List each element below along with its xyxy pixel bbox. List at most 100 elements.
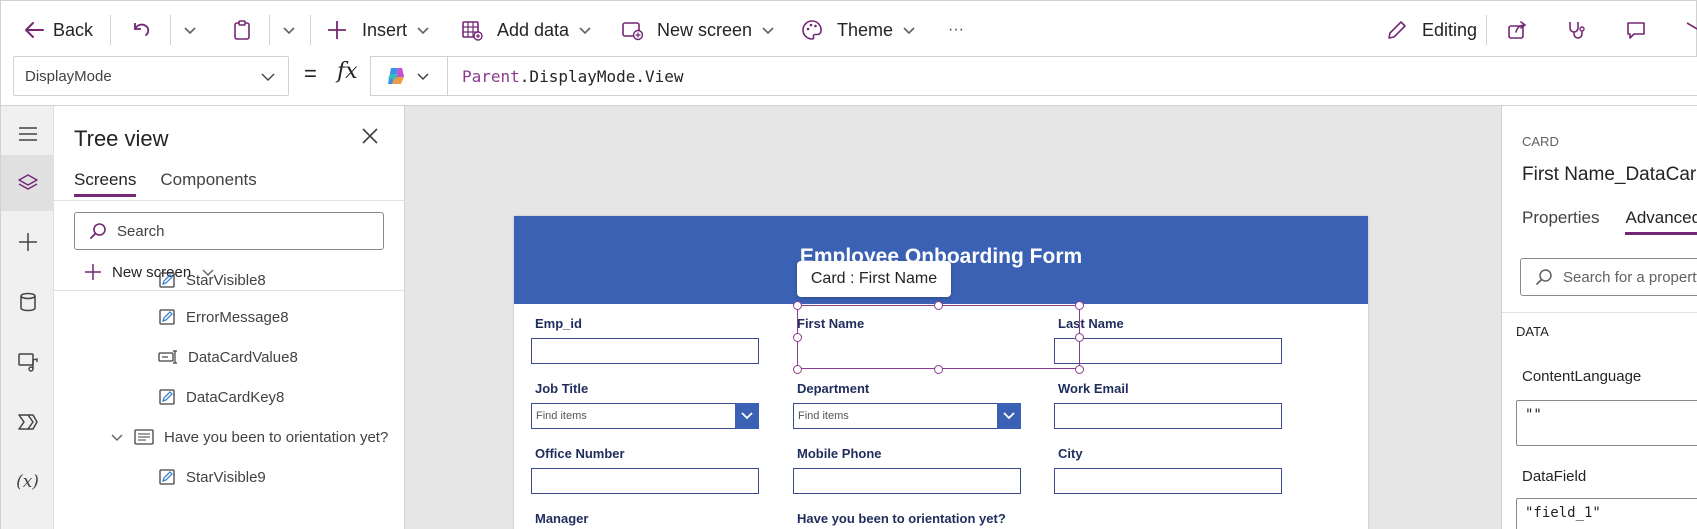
divider — [54, 200, 405, 201]
add-data-button[interactable]: Add data — [461, 15, 593, 45]
tree-node-label: DataCardValue8 — [188, 348, 298, 366]
chevron-down-icon[interactable] — [997, 403, 1021, 429]
combobox-placeholder: Find items — [798, 410, 849, 422]
section-title: DATA — [1516, 324, 1549, 339]
undo-dropdown-button[interactable] — [182, 15, 198, 45]
stethoscope-icon — [1565, 19, 1587, 41]
tree-node[interactable]: Have you been to orientation yet? — [110, 424, 402, 450]
power-automate-rail-button[interactable] — [1, 394, 54, 450]
arrow-left-icon — [23, 19, 45, 41]
media-rail-button[interactable] — [1, 334, 54, 390]
last-name-input[interactable] — [1054, 338, 1282, 364]
editing-label: Editing — [1422, 19, 1478, 40]
undo-button[interactable] — [131, 15, 153, 45]
insert-rail-button[interactable] — [1, 214, 54, 270]
power-automate-icon — [17, 411, 39, 433]
resize-handle[interactable] — [1075, 333, 1084, 342]
job-title-combobox[interactable]: Find items — [531, 403, 759, 429]
resize-handle[interactable] — [793, 333, 802, 342]
more-button[interactable]: ··· — [948, 15, 964, 45]
tab-properties[interactable]: Properties — [1522, 208, 1599, 235]
plus-icon — [84, 263, 102, 281]
resize-handle[interactable] — [934, 365, 943, 374]
design-canvas[interactable]: Employee Onboarding Form Emp_id First Na… — [405, 106, 1501, 529]
field-label: City — [1058, 446, 1083, 461]
resize-handle[interactable] — [793, 301, 802, 310]
theme-button[interactable]: Theme — [801, 15, 917, 45]
chevron-down-icon — [260, 69, 276, 85]
department-combobox[interactable]: Find items — [793, 403, 1021, 429]
tree-node[interactable]: StarVisible9 — [158, 464, 266, 490]
search-icon — [1535, 268, 1553, 286]
app-checker-button[interactable] — [1565, 15, 1587, 45]
tree-search[interactable] — [74, 212, 384, 250]
work-email-input[interactable] — [1054, 403, 1282, 429]
emp-id-input[interactable] — [531, 338, 759, 364]
paste-dropdown-button[interactable] — [281, 15, 297, 45]
resize-handle[interactable] — [934, 301, 943, 310]
resize-handle[interactable] — [793, 365, 802, 374]
app-screen: Employee Onboarding Form Emp_id First Na… — [514, 216, 1368, 529]
theme-label: Theme — [837, 19, 894, 40]
content-language-input[interactable]: "" — [1516, 400, 1697, 446]
chevron-down-icon — [182, 22, 198, 38]
tree-node[interactable]: DataCardValue8 — [158, 344, 298, 370]
plus-icon — [17, 231, 39, 253]
formula-input[interactable]: Parent .DisplayMode.View — [447, 56, 1697, 96]
combobox-placeholder: Find items — [536, 410, 587, 422]
data-field-input[interactable]: "field_1" — [1516, 498, 1697, 529]
hamburger-icon — [17, 123, 39, 145]
tree-node[interactable]: StarVisible8 — [158, 267, 266, 293]
tree-node-label: StarVisible9 — [186, 468, 266, 486]
control-name[interactable]: First Name_DataCard1 — [1522, 164, 1697, 186]
insert-button[interactable]: Insert — [326, 15, 431, 45]
fx-icon[interactable]: fx — [337, 59, 358, 84]
paste-button[interactable] — [231, 15, 253, 45]
office-number-input[interactable] — [531, 468, 759, 494]
search-input[interactable] — [117, 222, 367, 240]
tab-components[interactable]: Components — [160, 170, 256, 197]
plus-icon — [326, 19, 348, 41]
preview-button[interactable] — [1685, 15, 1697, 45]
properties-panel: CARD First Name_DataCard1 Properties Adv… — [1501, 106, 1697, 529]
hamburger-menu-button[interactable] — [1, 106, 54, 162]
card-icon — [134, 428, 154, 446]
variables-rail-button[interactable]: (x) — [1, 454, 54, 510]
selected-card-outline[interactable] — [797, 305, 1080, 369]
property-name: ContentLanguage — [1522, 368, 1642, 385]
tree-view-button[interactable] — [1, 155, 54, 211]
chevron-down-icon — [577, 22, 593, 38]
property-dropdown-value: DisplayMode — [25, 67, 112, 85]
resize-handle[interactable] — [1075, 301, 1084, 310]
chevron-down-icon — [415, 22, 431, 38]
editing-button[interactable]: Editing — [1386, 15, 1477, 45]
city-input[interactable] — [1054, 468, 1282, 494]
comments-button[interactable] — [1625, 15, 1647, 45]
copilot-button[interactable] — [370, 56, 448, 96]
close-button[interactable] — [361, 127, 379, 145]
back-button[interactable]: Back — [23, 15, 93, 45]
property-name: DataField — [1522, 468, 1587, 485]
tree-node-label: ErrorMessage8 — [186, 308, 289, 326]
field-label: Work Email — [1058, 381, 1129, 396]
tab-advanced[interactable]: Advanced — [1625, 208, 1697, 235]
chevron-down-icon[interactable] — [735, 403, 759, 429]
tree-node-label: Have you been to orientation yet? — [164, 428, 389, 446]
property-dropdown[interactable]: DisplayMode — [13, 56, 289, 96]
mobile-phone-input[interactable] — [793, 468, 1021, 494]
tab-screens[interactable]: Screens — [74, 170, 137, 197]
data-rail-button[interactable] — [1, 274, 54, 330]
divider — [170, 15, 171, 45]
property-search[interactable]: Search for a property — [1520, 258, 1697, 296]
tree-node[interactable]: ErrorMessage8 — [158, 304, 289, 330]
formula-keyword: Parent — [462, 66, 520, 86]
formula-bar: DisplayMode = fx Parent .DisplayMode.View — [0, 56, 1697, 106]
new-screen-button[interactable]: New screen — [621, 15, 776, 45]
command-bar: Back Insert Add data New screen Theme ··… — [0, 0, 1697, 56]
resize-handle[interactable] — [1075, 365, 1084, 374]
tree-node[interactable]: DataCardKey8 — [158, 384, 284, 410]
share-button[interactable] — [1506, 15, 1528, 45]
chevron-down-icon — [110, 430, 124, 444]
pencil-icon — [1386, 19, 1408, 41]
field-label: Office Number — [535, 446, 625, 461]
